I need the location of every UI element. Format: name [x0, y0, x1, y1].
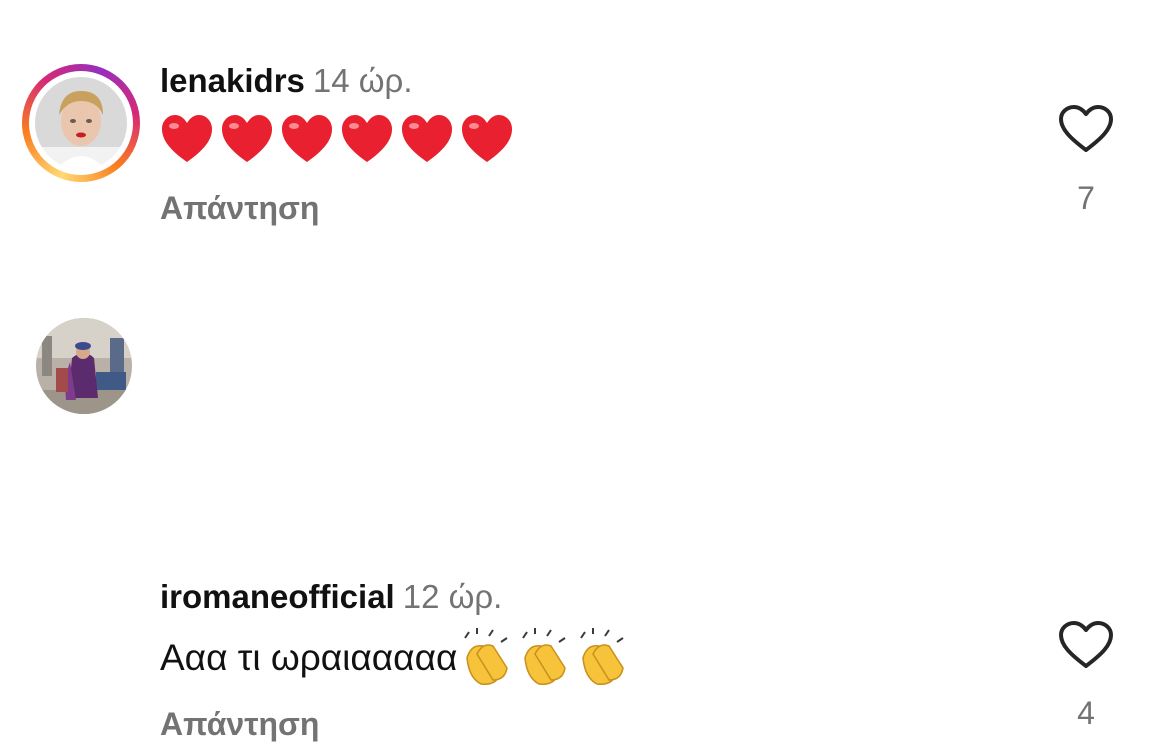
clapping-hands-icon [522, 628, 567, 685]
like-count: 7 [1077, 180, 1095, 216]
reply-button[interactable]: Απάντηση [160, 706, 319, 743]
avatar[interactable] [36, 318, 132, 414]
like-count: 4 [1077, 695, 1095, 731]
comment-username[interactable]: lenakidrs 14 ώρ. [160, 62, 413, 100]
heart-highlight [469, 123, 479, 129]
username-text[interactable]: iromaneofficial [160, 578, 395, 615]
avatar[interactable] [35, 77, 127, 169]
avatar-wrap[interactable] [36, 318, 132, 414]
clapping-hands-icon [464, 628, 625, 685]
heart-highlight [229, 123, 239, 129]
heart-outline-icon[interactable] [1058, 620, 1114, 670]
comment-text [160, 112, 530, 166]
avatar-story-ring[interactable] [22, 64, 140, 182]
heart-highlight [409, 123, 419, 129]
comment-timestamp: 14 ώρ. [312, 62, 413, 99]
comment-item: lenakidrs 14 ώρ. Απάντηση 7 [0, 0, 1170, 260]
red-heart-icon [222, 115, 272, 162]
comment-timestamp: 12 ώρ. [402, 578, 503, 615]
comment-item: iromaneofficial 12 ώρ. Ααα τι ωραιααααα Α… [0, 260, 1170, 742]
red-heart-icon [402, 115, 452, 162]
red-heart-icon [462, 115, 512, 162]
heart-highlight [289, 123, 299, 129]
heart-highlight [169, 123, 179, 129]
heart-outline-icon[interactable] [1058, 104, 1114, 154]
like-button[interactable] [1058, 620, 1114, 670]
clapping-hands-icon [464, 628, 509, 685]
like-button[interactable] [1058, 104, 1114, 154]
red-heart-icon [282, 115, 332, 162]
reply-button[interactable]: Απάντηση [160, 190, 319, 227]
clapping-hands-icon [580, 628, 625, 685]
comment-text: Ααα τι ωραιααααα [160, 628, 637, 688]
comment-body: Ααα τι ωραιααααα [160, 637, 458, 678]
red-heart-icon [342, 115, 392, 162]
heart-highlight [349, 123, 359, 129]
red-heart-icon [162, 115, 512, 162]
username-text[interactable]: lenakidrs [160, 62, 305, 99]
comment-username[interactable]: iromaneofficial 12 ώρ. [160, 578, 502, 616]
red-heart-icon [162, 115, 212, 162]
